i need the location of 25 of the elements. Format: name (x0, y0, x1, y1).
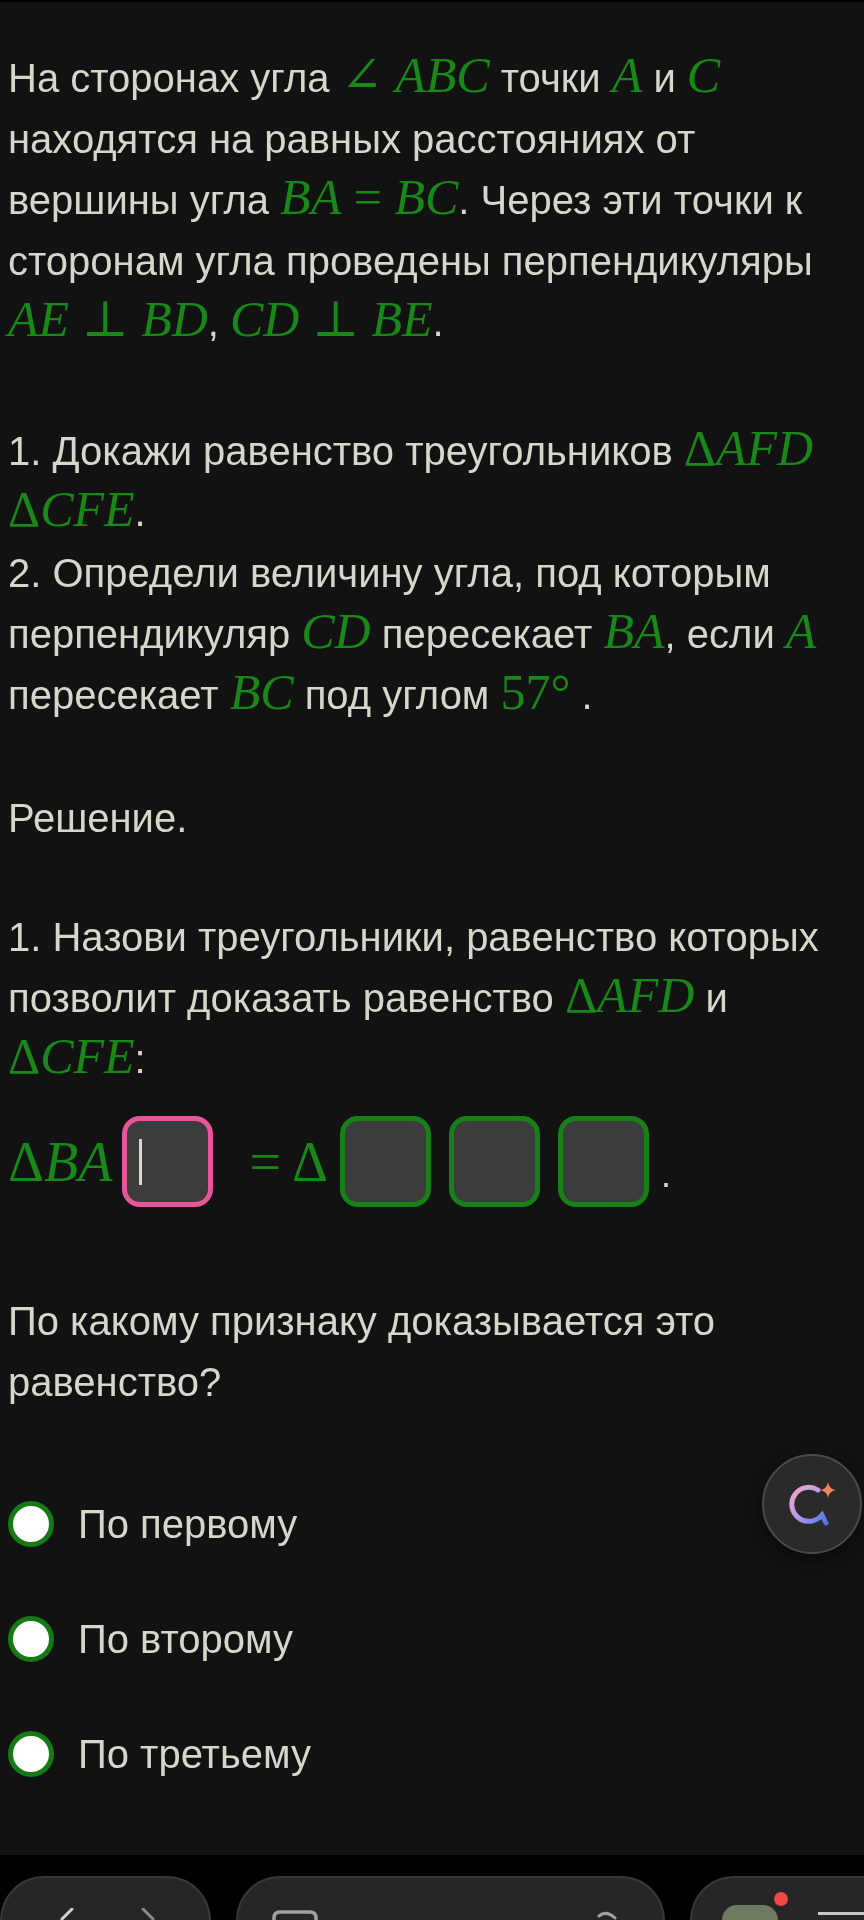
text-cursor-icon (139, 1138, 143, 1185)
radio-button[interactable] (8, 1731, 54, 1777)
radio-button[interactable] (8, 1616, 54, 1662)
solution-heading: Решение. (8, 795, 189, 842)
menu-icon[interactable] (818, 1912, 864, 1916)
math-expression: = Δ (249, 1133, 328, 1190)
radio-button[interactable] (8, 1501, 54, 1547)
question-text: По какому признаку доказывается это равенство? (8, 1298, 717, 1406)
task-text: 2. Определи величину угла, под которым перпендикуляр CD пересекает BA, если A пересекает BC под углом 57° . (8, 550, 818, 722)
answer-box[interactable] (339, 1116, 431, 1207)
answer-option[interactable]: По второму (8, 1610, 294, 1668)
chevron-right-icon[interactable] (141, 1908, 155, 1920)
task-text: 1. Докажи равенство треугольников ΔAFD ΔCFE. (8, 421, 815, 539)
math-expression: ΔBA (8, 1133, 113, 1190)
avatar-icon[interactable] (722, 1905, 778, 1920)
answer-box[interactable] (557, 1116, 649, 1207)
answer-option[interactable]: По первому (8, 1495, 298, 1553)
step-instruction: 1. Назови треугольники, равенство которых позволит доказать равенство ΔAFD и ΔCFE: (8, 914, 820, 1086)
notification-dot-icon (774, 1892, 788, 1906)
arc-icon[interactable] (597, 1910, 617, 1920)
chevron-left-icon[interactable] (60, 1908, 74, 1920)
punctuation-text: . (660, 1157, 671, 1193)
answer-box[interactable] (448, 1116, 540, 1207)
answer-option[interactable]: По третьему (8, 1725, 311, 1783)
answer-box[interactable] (122, 1116, 214, 1207)
